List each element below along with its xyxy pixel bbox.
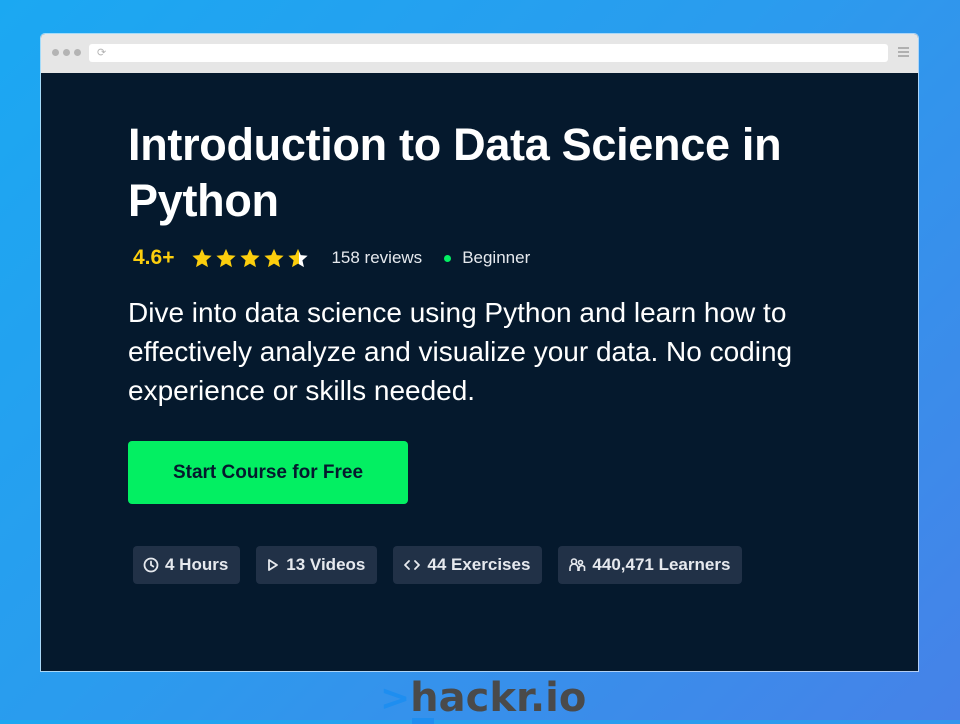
star-icon: [264, 248, 285, 268]
course-hero: Introduction to Data Science in Python 4…: [128, 117, 888, 584]
stat-label: 4 Hours: [165, 555, 229, 574]
address-bar[interactable]: ⟳: [89, 44, 888, 62]
play-icon: [268, 559, 279, 571]
rating-value: 4.6+: [133, 246, 175, 269]
window-dot: [74, 49, 81, 56]
logo-text: hackr.io: [410, 675, 587, 724]
logo-caret-icon: >: [380, 678, 411, 719]
course-level: Beginner: [462, 248, 531, 267]
browser-toolbar: ⟳: [41, 34, 918, 73]
stat-learners: 440,471 Learners: [558, 546, 743, 584]
clock-icon: [143, 557, 159, 573]
window-dot: [52, 49, 59, 56]
star-icon: [240, 248, 261, 268]
logo-underline: [412, 718, 435, 724]
half-star-icon: [288, 248, 309, 268]
star-icon: [192, 248, 213, 268]
browser-window: ⟳ Introduction to Data Science in Python…: [41, 34, 918, 671]
hackr-logo: > hackr.io: [380, 673, 587, 724]
stat-hours: 4 Hours: [133, 546, 241, 584]
stat-label: 440,471 Learners: [592, 555, 731, 574]
review-count: 158 reviews: [331, 248, 423, 267]
stat-videos: 13 Videos: [256, 546, 378, 584]
level-indicator-icon: [444, 254, 452, 262]
window-dot: [63, 49, 70, 56]
window-controls-icon: [52, 49, 81, 56]
course-stats: 4 Hours 13 Videos 44 Exercises 440,471 L…: [133, 546, 888, 584]
stat-label: 13 Videos: [286, 555, 366, 574]
course-meta: 4.6+ 158 reviews Beginner: [128, 243, 888, 273]
stat-label: 44 Exercises: [427, 555, 531, 574]
course-description: Dive into data science using Python and …: [128, 297, 793, 406]
course-title: Introduction to Data Science in Python: [128, 119, 782, 226]
learners-icon: [569, 558, 586, 571]
star-rating: [191, 247, 309, 269]
start-course-button[interactable]: Start Course for Free: [128, 441, 408, 504]
hamburger-menu-icon[interactable]: [898, 47, 909, 57]
logo-name: hackr.io: [410, 675, 587, 721]
code-icon: [404, 560, 421, 570]
reload-icon[interactable]: ⟳: [97, 47, 109, 59]
stat-exercises: 44 Exercises: [393, 546, 543, 584]
star-icon: [216, 248, 237, 268]
